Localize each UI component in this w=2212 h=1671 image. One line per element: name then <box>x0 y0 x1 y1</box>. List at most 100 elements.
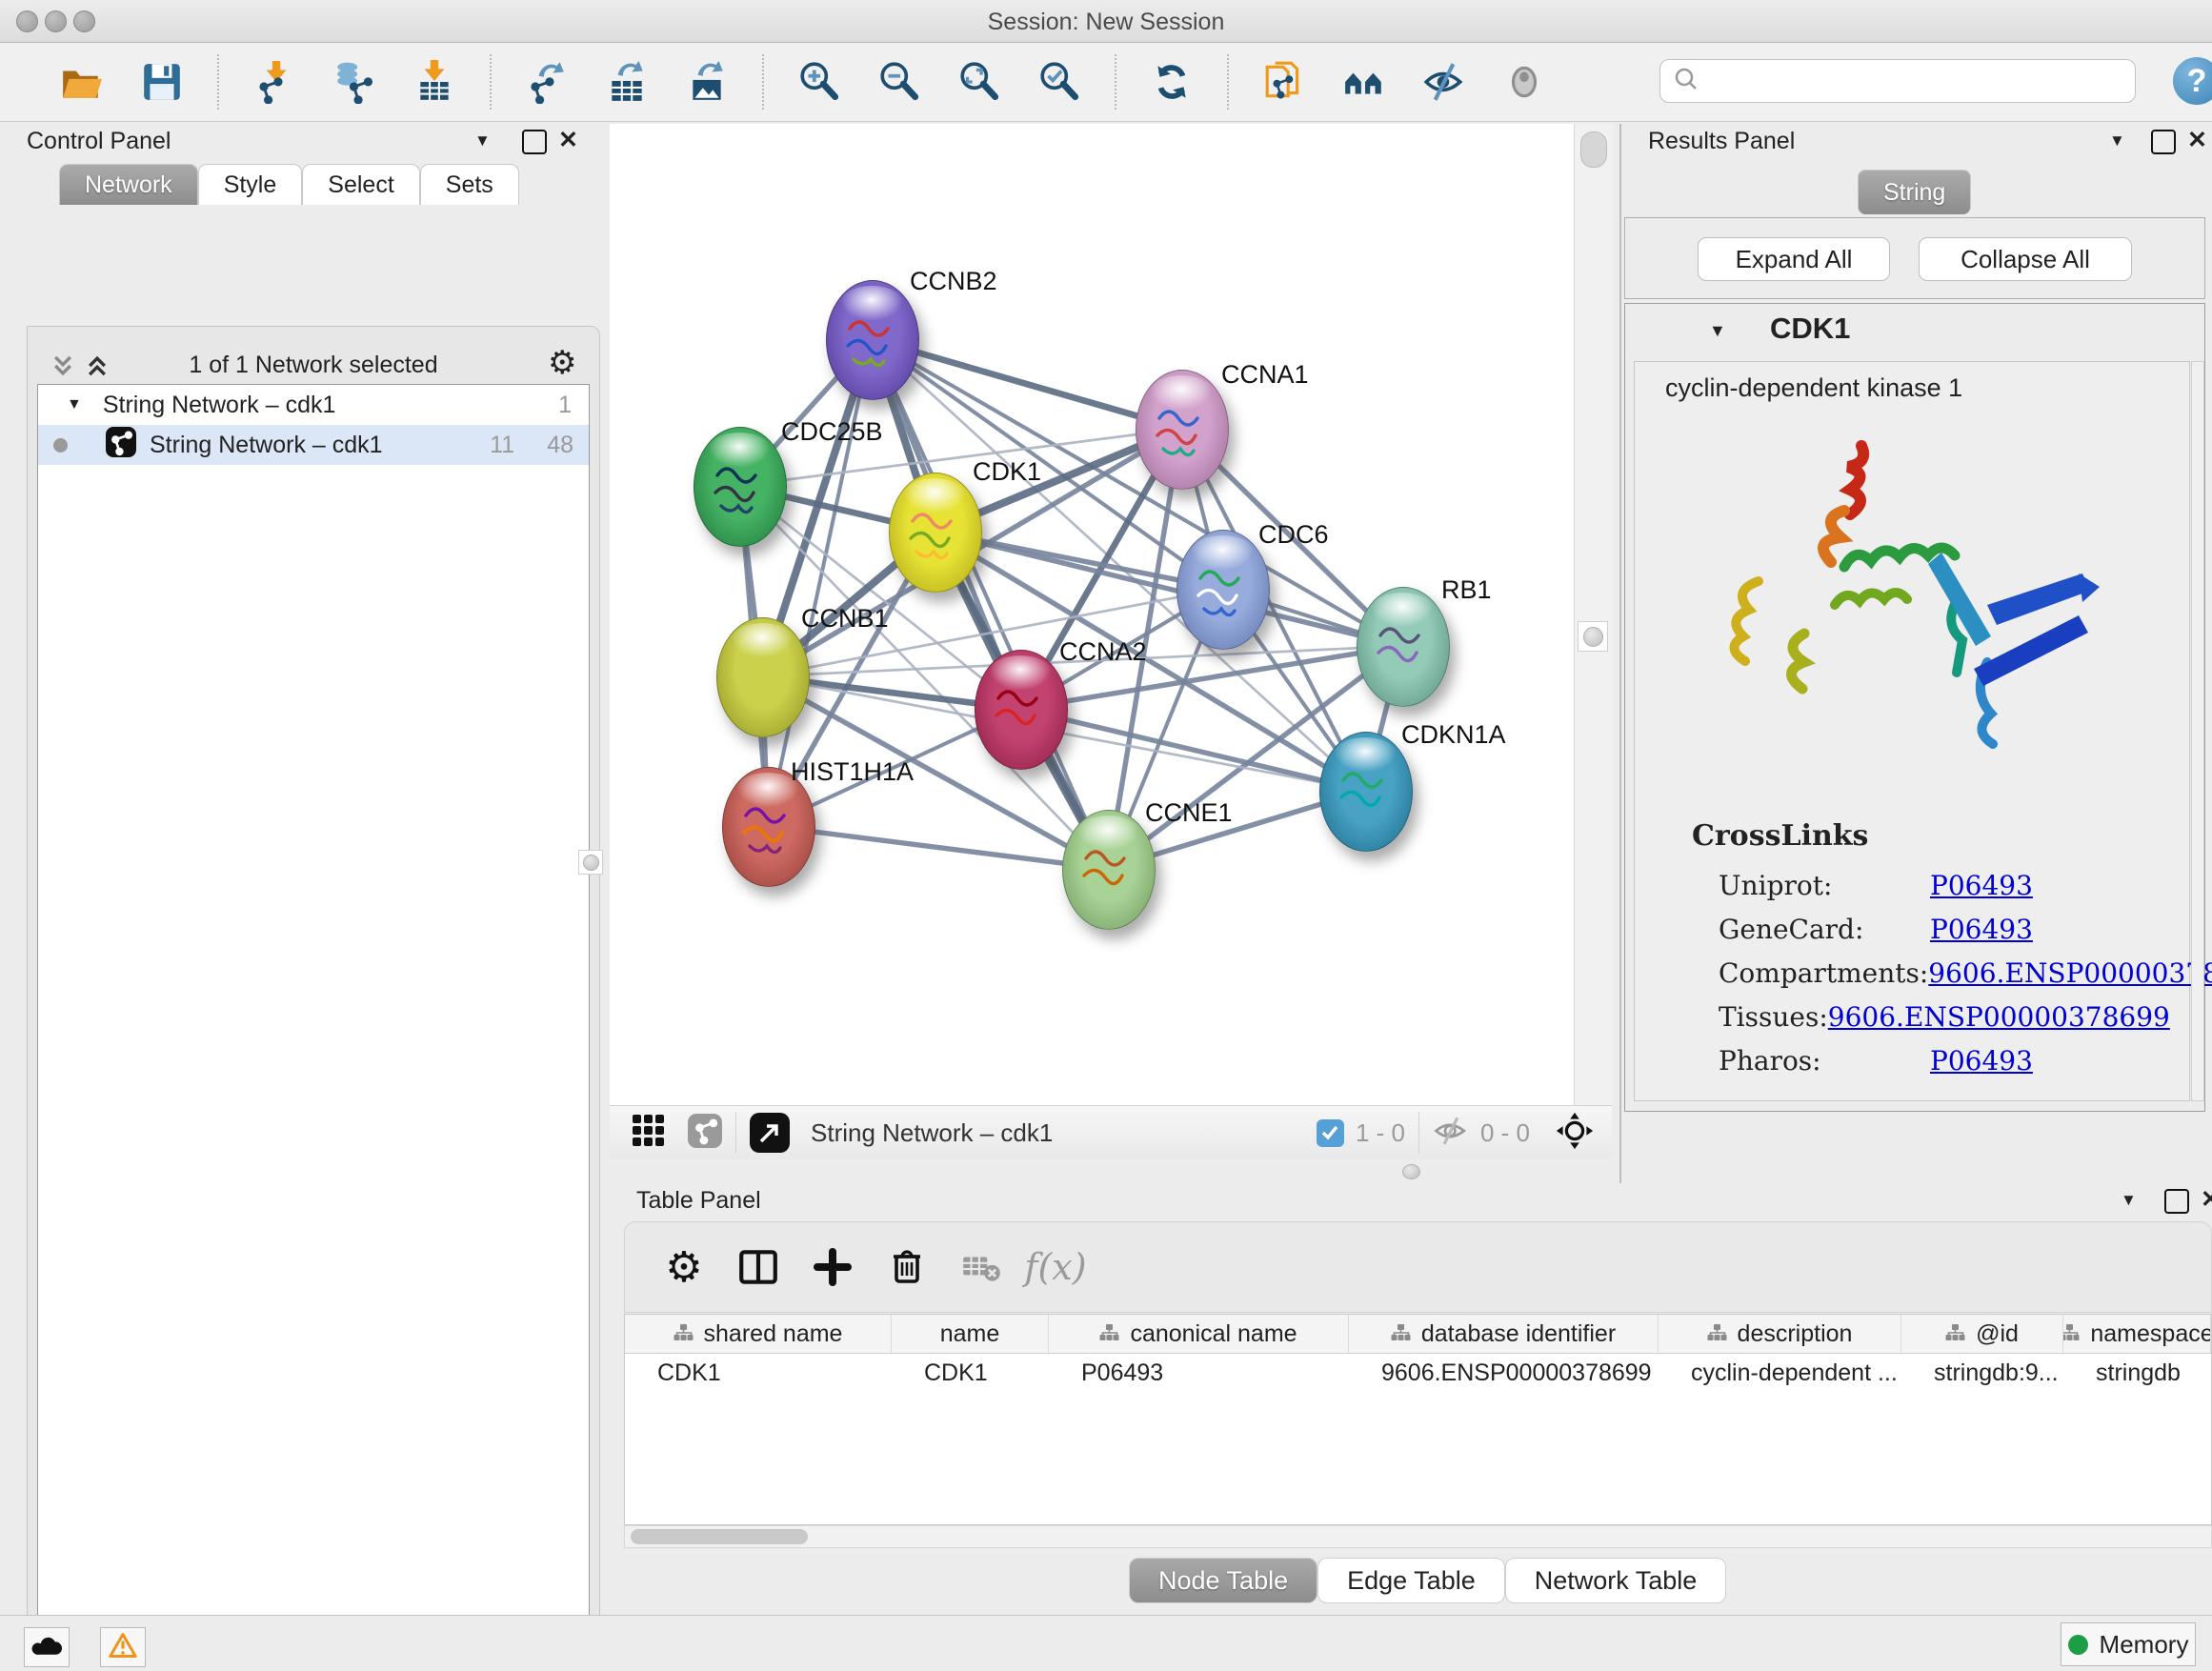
column-header--id[interactable]: @id <box>1901 1315 2063 1353</box>
tab-string[interactable]: String <box>1858 170 1971 214</box>
export-table-icon[interactable] <box>600 55 654 109</box>
network-node-RB1[interactable] <box>1357 587 1450 707</box>
table-horizontal-scrollbar[interactable] <box>624 1525 2212 1548</box>
tab-network-table[interactable]: Network Table <box>1505 1558 1727 1603</box>
tab-network[interactable]: Network <box>59 164 198 205</box>
table-row[interactable]: CDK1CDK1P064939606.ENSP00000378699cyclin… <box>625 1354 2211 1392</box>
column-header-canonical-name[interactable]: canonical name <box>1049 1315 1349 1353</box>
hide-selected-icon[interactable] <box>1418 55 1471 109</box>
results-panel-collapse-icon[interactable]: ▼ <box>2109 131 2125 151</box>
import-network-file-icon[interactable] <box>248 55 301 109</box>
node-label-CCNA1: CCNA1 <box>1221 360 1309 390</box>
delete-column-icon[interactable] <box>876 1237 937 1298</box>
control-panel-float-icon[interactable] <box>522 130 547 154</box>
delete-table-icon[interactable] <box>951 1237 1012 1298</box>
node-label-CCNA2: CCNA2 <box>1059 637 1147 667</box>
tree-expand-icon[interactable]: ▼ <box>67 396 82 413</box>
zoom-fit-icon[interactable] <box>953 55 1006 109</box>
network-row[interactable]: String Network – cdk1 11 48 <box>38 425 589 465</box>
results-panel-float-icon[interactable] <box>2151 130 2176 154</box>
memory-button[interactable]: Memory <box>2061 1622 2196 1666</box>
results-scrollbar[interactable] <box>2191 361 2204 1101</box>
crosslink-value-link[interactable]: P06493 <box>1930 1045 2033 1077</box>
selected-checkbox-icon[interactable] <box>1317 1119 1344 1147</box>
network-options-gear-icon[interactable]: ⚙ <box>548 344 576 382</box>
table-tabs: Node TableEdge TableNetwork Table <box>1129 1558 1726 1603</box>
function-builder-icon[interactable]: f(x) <box>1025 1237 1086 1298</box>
left-splitter-handle[interactable] <box>578 850 603 875</box>
warnings-button[interactable] <box>100 1627 146 1667</box>
node-section-collapse-icon[interactable]: ▼ <box>1709 321 1726 341</box>
control-panel-collapse-icon[interactable]: ▼ <box>474 131 491 151</box>
namespace-icon <box>1707 1320 1728 1348</box>
column-header-shared-name[interactable]: shared name <box>625 1315 892 1353</box>
network-node-CDKN1A[interactable] <box>1319 732 1413 852</box>
table-scrollbar-thumb[interactable] <box>631 1529 808 1544</box>
network-canvas[interactable]: CCNB2CCNA1CDC25BCDK1CDC6RB1CCNB1CCNA2CDK… <box>610 124 1574 1105</box>
network-node-CCNB2[interactable] <box>826 280 919 400</box>
import-table-icon[interactable] <box>408 55 461 109</box>
network-node-CDC6[interactable] <box>1176 530 1270 650</box>
save-session-icon[interactable] <box>135 55 189 109</box>
crosslink-row: GeneCard:P06493 <box>1719 907 2166 951</box>
crosslink-value-link[interactable]: 9606.ENSP00000378699 <box>1828 1001 2170 1033</box>
node-description: cyclin-dependent kinase 1 <box>1665 373 1962 403</box>
network-node-CDK1[interactable] <box>889 473 982 593</box>
hidden-eye-icon[interactable] <box>1433 1113 1469 1154</box>
export-image-icon[interactable] <box>680 55 734 109</box>
horizontal-splitter-handle[interactable] <box>1402 1164 1420 1179</box>
search-box[interactable] <box>1659 59 2136 103</box>
network-node-CCNA2[interactable] <box>975 650 1068 770</box>
control-panel-close-icon[interactable]: ✕ <box>558 126 578 154</box>
results-panel-close-icon[interactable]: ✕ <box>2187 126 2207 154</box>
network-node-CDC25B[interactable] <box>694 427 787 547</box>
network-node-CCNB1[interactable] <box>716 617 810 737</box>
refresh-icon[interactable] <box>1145 55 1198 109</box>
column-header-description[interactable]: description <box>1659 1315 1901 1353</box>
first-neighbors-icon[interactable] <box>1257 55 1311 109</box>
group-nodes-icon[interactable] <box>1337 55 1391 109</box>
network-node-CCNE1[interactable] <box>1062 810 1156 930</box>
zoom-in-icon[interactable] <box>793 55 846 109</box>
cloud-status-button[interactable] <box>24 1627 70 1667</box>
column-header-namespace[interactable]: namespace <box>2063 1315 2211 1353</box>
show-all-icon[interactable] <box>1498 55 1551 109</box>
protein-thumbnail-icon <box>1191 561 1254 622</box>
share-view-icon[interactable] <box>688 1114 722 1153</box>
crosslink-value-link[interactable]: P06493 <box>1930 914 2033 945</box>
tab-node-table[interactable]: Node Table <box>1129 1558 1317 1603</box>
right-splitter-handle[interactable] <box>1578 621 1608 652</box>
crosslink-value-link[interactable]: 9606.ENSP00000378699 <box>1928 957 2212 989</box>
table-gear-icon[interactable]: ⚙ <box>654 1237 714 1298</box>
tab-sets[interactable]: Sets <box>420 164 519 205</box>
open-session-icon[interactable] <box>55 55 109 109</box>
show-columns-icon[interactable] <box>728 1237 789 1298</box>
column-header-name[interactable]: name <box>892 1315 1049 1353</box>
network-scrollbar-thumb[interactable] <box>1580 131 1607 168</box>
search-input[interactable] <box>1700 67 2114 95</box>
tab-select[interactable]: Select <box>302 164 419 205</box>
zoom-selected-icon[interactable] <box>1033 55 1086 109</box>
import-network-database-icon[interactable] <box>328 55 381 109</box>
crosslink-value-link[interactable]: P06493 <box>1930 870 2033 901</box>
table-panel-float-icon[interactable] <box>2164 1189 2189 1214</box>
zoom-out-icon[interactable] <box>873 55 926 109</box>
network-collection-row[interactable]: ▼ String Network – cdk1 1 <box>38 385 589 425</box>
add-column-icon[interactable] <box>802 1237 863 1298</box>
expand-all-button[interactable]: Expand All <box>1698 237 1890 281</box>
collapse-all-button[interactable]: Collapse All <box>1919 237 2132 281</box>
fit-selected-crosshair-icon[interactable] <box>1555 1111 1595 1156</box>
network-node-CCNA1[interactable] <box>1136 370 1229 490</box>
export-network-icon[interactable] <box>520 55 573 109</box>
crosslink-row: Uniprot:P06493 <box>1719 863 2166 907</box>
detach-view-icon[interactable] <box>750 1113 790 1153</box>
table-panel-close-icon[interactable]: ✕ <box>2201 1185 2212 1214</box>
tab-style[interactable]: Style <box>198 164 303 205</box>
column-header-database-identifier[interactable]: database identifier <box>1349 1315 1659 1353</box>
grid-view-icon[interactable] <box>633 1115 665 1152</box>
table-panel-collapse-icon[interactable]: ▼ <box>2121 1191 2137 1210</box>
network-scrollbar[interactable] <box>1574 124 1613 1105</box>
tab-edge-table[interactable]: Edge Table <box>1317 1558 1505 1603</box>
node-label-CDK1: CDK1 <box>973 457 1041 487</box>
table-cell: P06493 <box>1049 1354 1349 1392</box>
